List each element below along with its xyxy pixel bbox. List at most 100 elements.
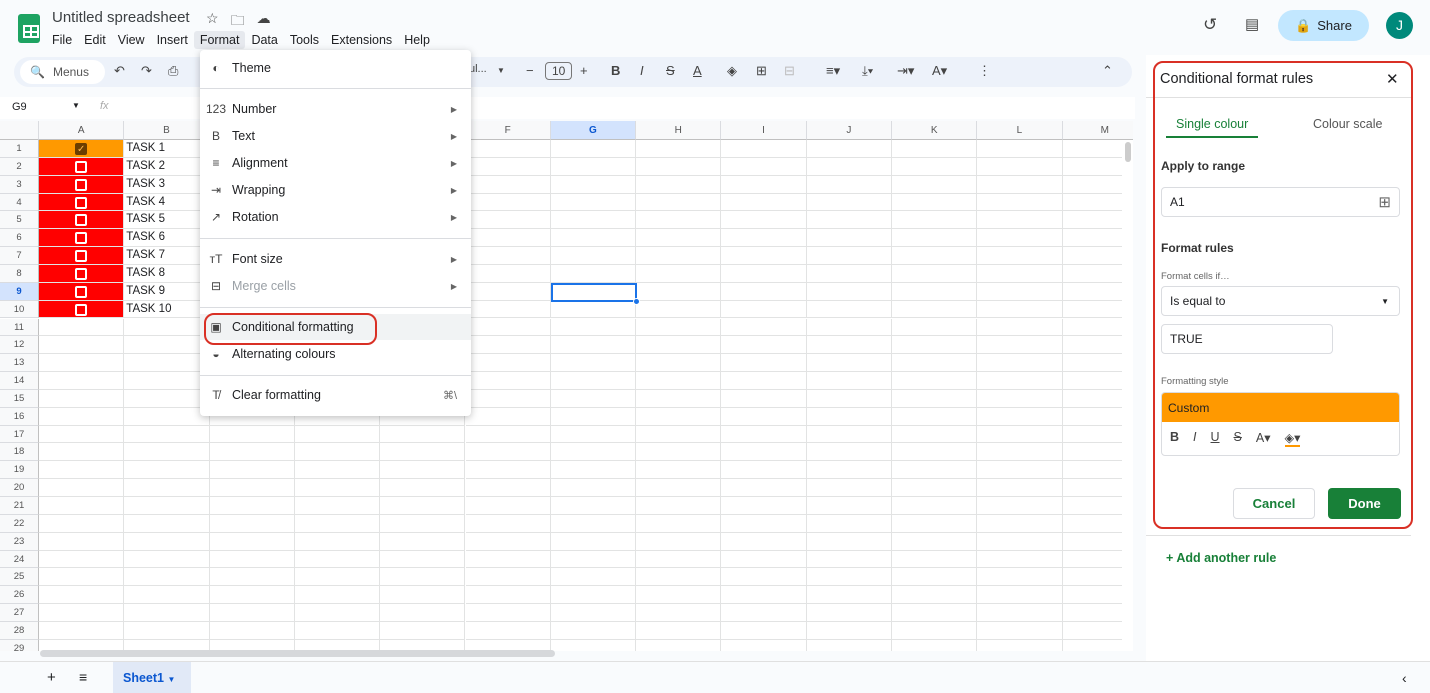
- cell-J8[interactable]: [806, 264, 892, 283]
- cell-H3[interactable]: [636, 175, 722, 194]
- cell-I27[interactable]: [721, 604, 807, 622]
- cell-J2[interactable]: [806, 157, 892, 176]
- cell-G8[interactable]: [550, 264, 637, 283]
- cell-D27[interactable]: [294, 604, 381, 622]
- rotate-icon[interactable]: A▾: [932, 63, 947, 79]
- cell-J14[interactable]: [806, 372, 892, 390]
- cell-C25[interactable]: [209, 568, 295, 587]
- cell-F5[interactable]: [465, 211, 551, 230]
- row-header-2[interactable]: 2: [0, 157, 39, 176]
- cell-L28[interactable]: [977, 621, 1063, 640]
- cell-K27[interactable]: [892, 604, 978, 622]
- row-header-20[interactable]: 20: [0, 479, 39, 497]
- menu-item-text[interactable]: B Text ▶: [200, 123, 471, 149]
- cell-J9[interactable]: [806, 282, 892, 301]
- cell-K19[interactable]: [892, 461, 978, 480]
- cell-E17[interactable]: [380, 425, 466, 444]
- cell-G24[interactable]: [550, 550, 637, 569]
- cell-B16[interactable]: [124, 407, 210, 426]
- cell-L26[interactable]: [977, 586, 1063, 605]
- row-header-1[interactable]: 1: [0, 140, 39, 158]
- cell-A3[interactable]: [39, 175, 125, 194]
- column-header-B[interactable]: B: [124, 121, 210, 140]
- cell-L4[interactable]: [977, 193, 1063, 212]
- cell-G10[interactable]: [550, 300, 637, 319]
- borders-icon[interactable]: ⊞: [756, 63, 767, 79]
- cell-I12[interactable]: [721, 336, 807, 355]
- cell-H13[interactable]: [636, 354, 722, 373]
- comments-icon[interactable]: ▤: [1245, 15, 1259, 33]
- cell-B1[interactable]: TASK 1: [124, 140, 210, 158]
- cell-K23[interactable]: [892, 532, 978, 551]
- cell-A18[interactable]: [39, 443, 125, 462]
- cell-B28[interactable]: [124, 621, 210, 640]
- cell-H9[interactable]: [636, 282, 722, 301]
- cell-A20[interactable]: [39, 479, 125, 497]
- cell-K24[interactable]: [892, 550, 978, 569]
- checkbox[interactable]: [75, 214, 87, 227]
- fill-handle[interactable]: [633, 297, 641, 305]
- cell-D17[interactable]: [294, 425, 381, 444]
- cell-L16[interactable]: [977, 407, 1063, 426]
- select-all[interactable]: [0, 121, 39, 140]
- cell-E24[interactable]: [380, 550, 466, 569]
- cell-J20[interactable]: [806, 479, 892, 497]
- row-header-7[interactable]: 7: [0, 247, 39, 265]
- cell-D20[interactable]: [294, 479, 381, 497]
- cell-F14[interactable]: [465, 372, 551, 390]
- cell-I1[interactable]: [721, 140, 807, 158]
- cell-K15[interactable]: [892, 389, 978, 408]
- row-header-26[interactable]: 26: [0, 586, 39, 605]
- cell-I17[interactable]: [721, 425, 807, 444]
- cell-I20[interactable]: [721, 479, 807, 497]
- column-header-M[interactable]: M: [1062, 121, 1133, 140]
- cell-E25[interactable]: [380, 568, 466, 587]
- cell-B4[interactable]: TASK 4: [124, 193, 210, 212]
- cell-L18[interactable]: [977, 443, 1063, 462]
- cell-K10[interactable]: [892, 300, 978, 319]
- cell-G26[interactable]: [550, 586, 637, 605]
- cell-G1[interactable]: [550, 140, 637, 158]
- cell-K13[interactable]: [892, 354, 978, 373]
- row-header-6[interactable]: 6: [0, 229, 39, 248]
- strikethrough-icon[interactable]: S: [666, 63, 675, 78]
- cell-A21[interactable]: [39, 497, 125, 515]
- cell-G29[interactable]: [551, 639, 637, 651]
- cell-K7[interactable]: [892, 247, 978, 265]
- cell-C17[interactable]: [209, 425, 295, 444]
- cell-K25[interactable]: [892, 568, 978, 587]
- checkbox[interactable]: [75, 160, 87, 173]
- cell-K22[interactable]: [892, 514, 978, 533]
- history-icon[interactable]: ↺: [1203, 15, 1217, 35]
- cell-G18[interactable]: [550, 443, 637, 462]
- menu-view[interactable]: View: [112, 31, 151, 49]
- cell-E27[interactable]: [380, 604, 466, 622]
- cell-F18[interactable]: [465, 443, 551, 462]
- cell-F20[interactable]: [465, 479, 551, 497]
- cell-I19[interactable]: [721, 461, 807, 480]
- row-header-18[interactable]: 18: [0, 443, 39, 462]
- cell-G7[interactable]: [550, 247, 637, 265]
- cell-G6[interactable]: [550, 229, 637, 248]
- cell-L19[interactable]: [977, 461, 1063, 480]
- cell-B7[interactable]: TASK 7: [124, 247, 210, 265]
- vertical-scrollbar[interactable]: [1122, 140, 1133, 651]
- cell-D21[interactable]: [294, 497, 381, 515]
- menu-item-wrapping[interactable]: ⇥ Wrapping ▶: [200, 177, 471, 203]
- cell-F9[interactable]: [465, 282, 551, 301]
- cell-G17[interactable]: [550, 425, 637, 444]
- cell-A4[interactable]: [39, 193, 125, 212]
- menu-insert[interactable]: Insert: [151, 31, 194, 49]
- cell-J12[interactable]: [806, 336, 892, 355]
- cell-H18[interactable]: [636, 443, 722, 462]
- cell-A12[interactable]: [39, 336, 125, 355]
- checkbox[interactable]: [75, 285, 87, 298]
- cell-F27[interactable]: [465, 604, 551, 622]
- cell-B8[interactable]: TASK 8: [124, 264, 210, 283]
- cell-L24[interactable]: [977, 550, 1063, 569]
- expand-panel-icon[interactable]: ‹: [1402, 670, 1407, 686]
- cell-K28[interactable]: [892, 621, 978, 640]
- cell-L23[interactable]: [977, 532, 1063, 551]
- collapse-icon[interactable]: ⌃: [1102, 63, 1113, 79]
- cell-K18[interactable]: [892, 443, 978, 462]
